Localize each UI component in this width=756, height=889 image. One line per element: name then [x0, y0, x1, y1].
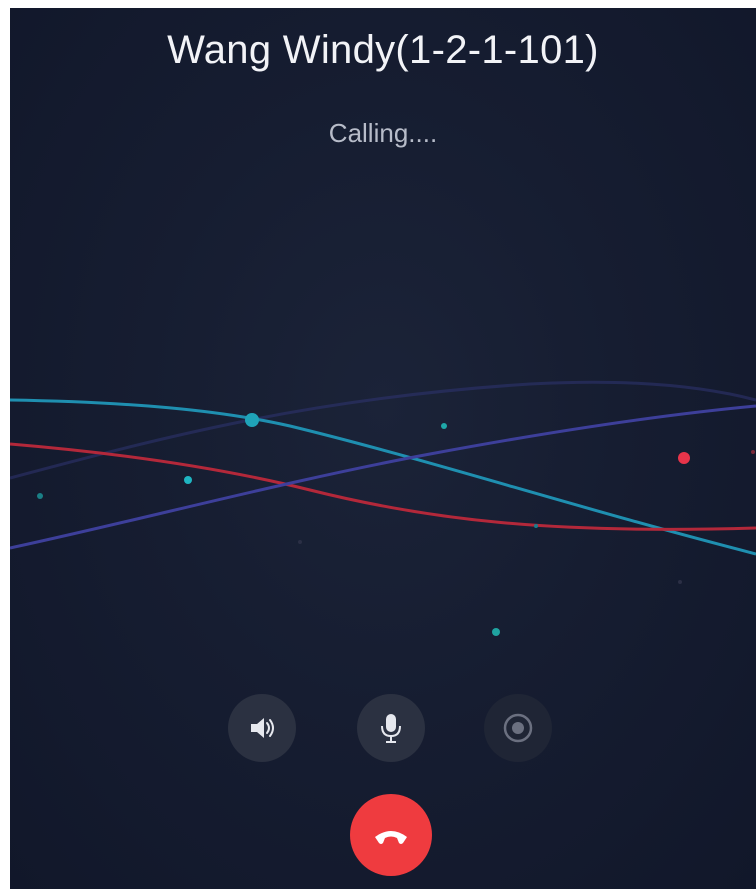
call-screen: Wang Windy(1-2-1-101) Calling....	[10, 8, 756, 889]
microphone-button[interactable]	[357, 694, 425, 762]
hang-up-phone-icon	[375, 831, 407, 844]
microphone-icon	[381, 714, 401, 743]
record-button[interactable]	[484, 694, 552, 762]
speaker-icon	[251, 718, 274, 738]
hang-up-button[interactable]	[350, 794, 432, 876]
caller-name: Wang Windy(1-2-1-101)	[167, 28, 599, 72]
record-icon	[503, 713, 533, 743]
speaker-button[interactable]	[228, 694, 296, 762]
call-status: Calling....	[328, 118, 438, 148]
